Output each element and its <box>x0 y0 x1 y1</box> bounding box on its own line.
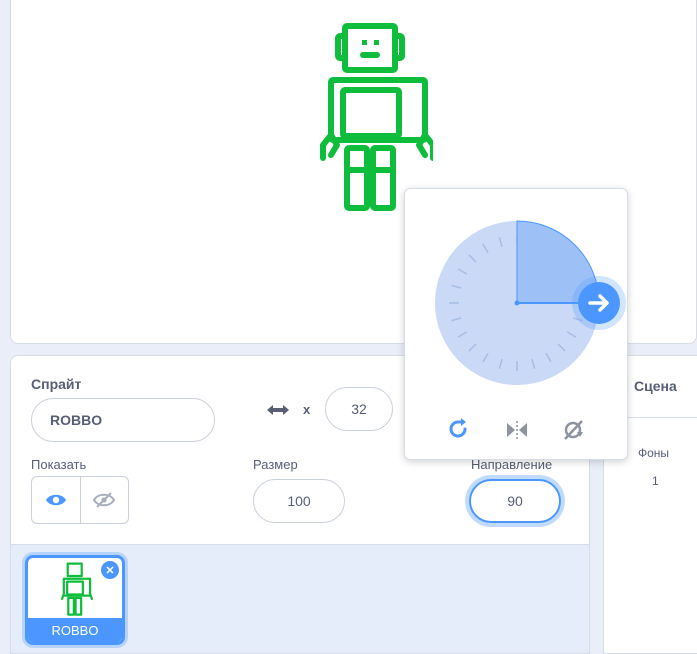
eye-slash-icon <box>93 492 116 508</box>
x-position-input[interactable]: 32 <box>325 387 393 431</box>
direction-popover <box>404 188 628 460</box>
size-input[interactable]: 100 <box>253 479 345 523</box>
scratch-editor: Спрайт ROBBO x 32 Показать Размер 100 На… <box>0 0 697 654</box>
backdrops-count: 1 <box>652 474 659 488</box>
delete-icon: ✕ <box>105 564 115 577</box>
sprite-name-input[interactable]: ROBBO <box>31 398 215 442</box>
backdrops-label: Фоны <box>638 446 670 460</box>
size-label: Размер <box>253 457 298 472</box>
stage-title: Сцена <box>634 378 677 394</box>
rotate-all-around-icon[interactable] <box>446 417 470 441</box>
hide-sprite-button[interactable] <box>79 477 129 523</box>
dont-rotate-icon[interactable] <box>561 418 587 442</box>
dial-center <box>514 300 520 306</box>
arrows-horizontal-icon <box>265 402 291 423</box>
show-label: Показать <box>31 457 87 472</box>
eye-icon <box>45 494 66 506</box>
sprite-label: Спрайт <box>31 376 82 392</box>
sprite-thumbnail[interactable]: ✕ ROBBO <box>25 555 125 645</box>
robot-thumbnail-icon <box>60 562 93 616</box>
left-right-icon[interactable] <box>504 419 530 441</box>
show-sprite-button[interactable] <box>32 477 80 523</box>
sprite-thumbnail-label: ROBBO <box>28 618 122 642</box>
visibility-toggle <box>31 476 129 524</box>
x-label: x <box>303 402 311 417</box>
direction-input[interactable]: 90 <box>469 479 561 523</box>
direction-handle[interactable] <box>572 276 626 330</box>
sprite-list: ✕ ROBBO <box>10 545 590 654</box>
delete-sprite-button[interactable]: ✕ <box>101 561 119 579</box>
